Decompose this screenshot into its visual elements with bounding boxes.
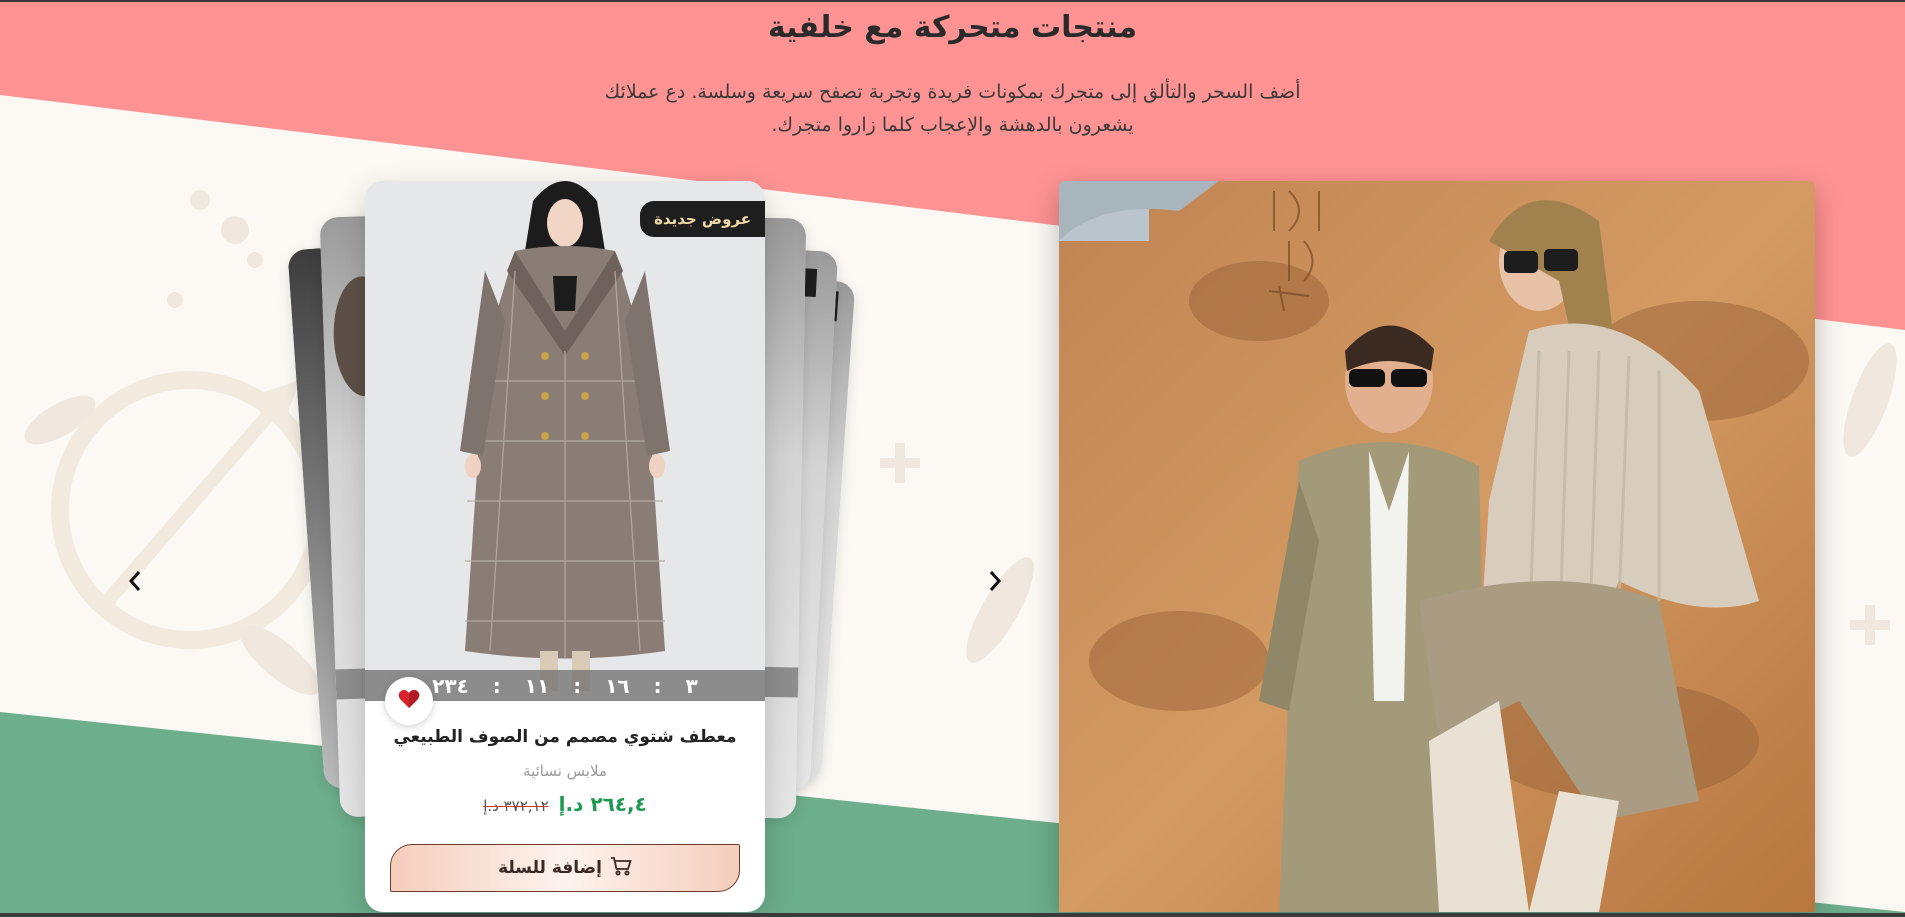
chevron-left-icon	[128, 570, 142, 596]
price-original: ٣٧٢,١٢ د.إ	[483, 797, 549, 815]
hero-image	[1059, 181, 1815, 912]
chevron-right-icon	[988, 570, 1002, 596]
wishlist-button[interactable]	[385, 677, 433, 725]
countdown-separator: :	[492, 673, 501, 698]
fashion-couple-photo	[1059, 181, 1815, 912]
top-border	[0, 0, 1905, 2]
new-offers-badge: عروض جديدة	[640, 201, 765, 237]
product-card[interactable]: عروض جديدة ٣ : ١٦ : ١١ : ٢٣٤ معطف شتوي م…	[365, 181, 765, 912]
product-title[interactable]: معطف شتوي مصمم من الصوف الطبيعي	[365, 727, 765, 747]
countdown-separator: :	[653, 673, 662, 698]
bottom-border	[0, 913, 1905, 917]
add-to-cart-label: إضافة للسلة	[498, 858, 602, 878]
price-current: ٢٦٤,٤ د.إ	[558, 792, 647, 816]
slider-prev-button[interactable]	[120, 568, 150, 598]
countdown-separator: :	[573, 673, 582, 698]
cart-icon	[610, 856, 632, 881]
section-description: أضف السحر والتألق إلى متجرك بمكونات فريد…	[560, 76, 1345, 142]
product-category[interactable]: ملابس نسائية	[365, 762, 765, 780]
heart-icon	[398, 689, 420, 713]
add-to-cart-button[interactable]: إضافة للسلة	[390, 844, 740, 892]
description-line-2: يشعرون بالدهشة والإعجاب كلما زاروا متجرك…	[771, 114, 1134, 136]
countdown-days: ٣	[685, 673, 698, 698]
countdown-minutes: ١١	[524, 673, 550, 698]
product-prices: ٢٦٤,٤ د.إ ٣٧٢,١٢ د.إ	[365, 792, 765, 816]
coat-model-illustration	[365, 181, 765, 701]
countdown-hours: ١٦	[605, 673, 630, 698]
product-image[interactable]: عروض جديدة ٣ : ١٦ : ١١ : ٢٣٤	[365, 181, 765, 701]
countdown-seconds: ٢٣٤	[432, 673, 469, 698]
slider-next-button[interactable]	[980, 568, 1010, 598]
description-line-1: أضف السحر والتألق إلى متجرك بمكونات فريد…	[604, 81, 1301, 103]
section-heading: منتجات متحركة مع خلفية	[767, 10, 1138, 45]
